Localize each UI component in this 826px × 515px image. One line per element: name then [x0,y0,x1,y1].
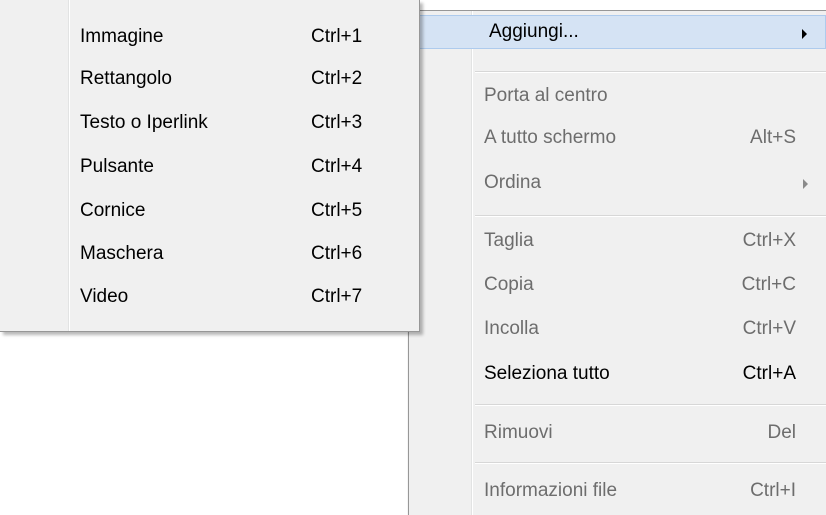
menu-separator [475,462,826,464]
menu-item-file-info[interactable]: Informazioni file Ctrl+I [409,474,826,508]
menu-item-label: Copia [484,274,534,295]
menu-item-label: Testo o Iperlink [80,112,208,133]
menu-item-shortcut: Ctrl+2 [311,68,363,89]
chevron-right-icon [802,29,807,39]
menu-item-shortcut: Ctrl+5 [311,200,363,221]
menu-item-label: Rimuovi [484,422,553,443]
menu-item-add[interactable]: Aggiungi... [413,15,826,49]
menu-item-label: Ordina [484,172,542,193]
menu-item-shortcut: Ctrl+6 [311,243,363,264]
menu-item-shortcut: Alt+S [750,127,796,148]
menu-item-label: A tutto schermo [484,127,617,148]
menu-item-shortcut: Ctrl+C [741,274,796,295]
menu-item-shortcut: Ctrl+X [742,230,796,251]
menu-item-shortcut: Del [767,422,796,443]
submenu-item-image[interactable]: Immagine Ctrl+1 [0,20,419,54]
menu-item-label: Seleziona tutto [484,363,610,384]
submenu-item-video[interactable]: Video Ctrl+7 [0,280,419,314]
menu-item-select-all[interactable]: Seleziona tutto Ctrl+A [409,357,826,391]
menu-item-copy[interactable]: Copia Ctrl+C [409,268,826,302]
menu-item-label: Incolla [484,318,539,339]
menu-item-shortcut: Ctrl+V [742,318,796,339]
menu-separator [475,215,826,217]
menu-item-shortcut: Ctrl+3 [311,112,363,133]
menu-item-shortcut: Ctrl+7 [311,286,363,307]
menu-item-label: Rettangolo [80,68,172,89]
menu-item-cut[interactable]: Taglia Ctrl+X [409,224,826,258]
menu-item-label: Video [80,286,129,307]
submenu-item-rectangle[interactable]: Rettangolo Ctrl+2 [0,62,419,96]
menu-item-remove[interactable]: Rimuovi Del [409,416,826,450]
submenu-item-button[interactable]: Pulsante Ctrl+4 [0,150,419,184]
menu-item-label: Immagine [80,26,164,47]
menu-item-shortcut: Ctrl+I [750,480,796,501]
menu-item-center[interactable]: Porta al centro [409,79,826,113]
menu-item-label: Taglia [484,230,534,251]
menu-item-label: Porta al centro [484,85,608,106]
submenu-item-mask[interactable]: Maschera Ctrl+6 [0,237,419,271]
menu-item-label: Informazioni file [484,480,618,501]
menu-item-shortcut: Ctrl+1 [311,26,363,47]
menu-item-shortcut: Ctrl+A [742,363,796,384]
add-submenu: Immagine Ctrl+1 Rettangolo Ctrl+2 Testo … [0,0,420,332]
menu-item-shortcut: Ctrl+4 [311,156,363,177]
menu-item-label: Pulsante [80,156,154,177]
submenu-item-frame[interactable]: Cornice Ctrl+5 [0,194,419,228]
context-menu: Aggiungi... Porta al centro A tutto sche… [408,10,826,515]
menu-item-order[interactable]: Ordina [409,166,826,200]
chevron-right-icon [803,179,808,189]
menu-item-label: Cornice [80,200,146,221]
submenu-item-text-link[interactable]: Testo o Iperlink Ctrl+3 [0,106,419,140]
menu-item-paste[interactable]: Incolla Ctrl+V [409,312,826,346]
menu-item-label: Maschera [80,243,164,264]
menu-separator [475,404,826,406]
menu-item-label: Aggiungi... [489,21,579,42]
menu-item-fullscreen[interactable]: A tutto schermo Alt+S [409,121,826,155]
menu-separator [475,71,826,73]
